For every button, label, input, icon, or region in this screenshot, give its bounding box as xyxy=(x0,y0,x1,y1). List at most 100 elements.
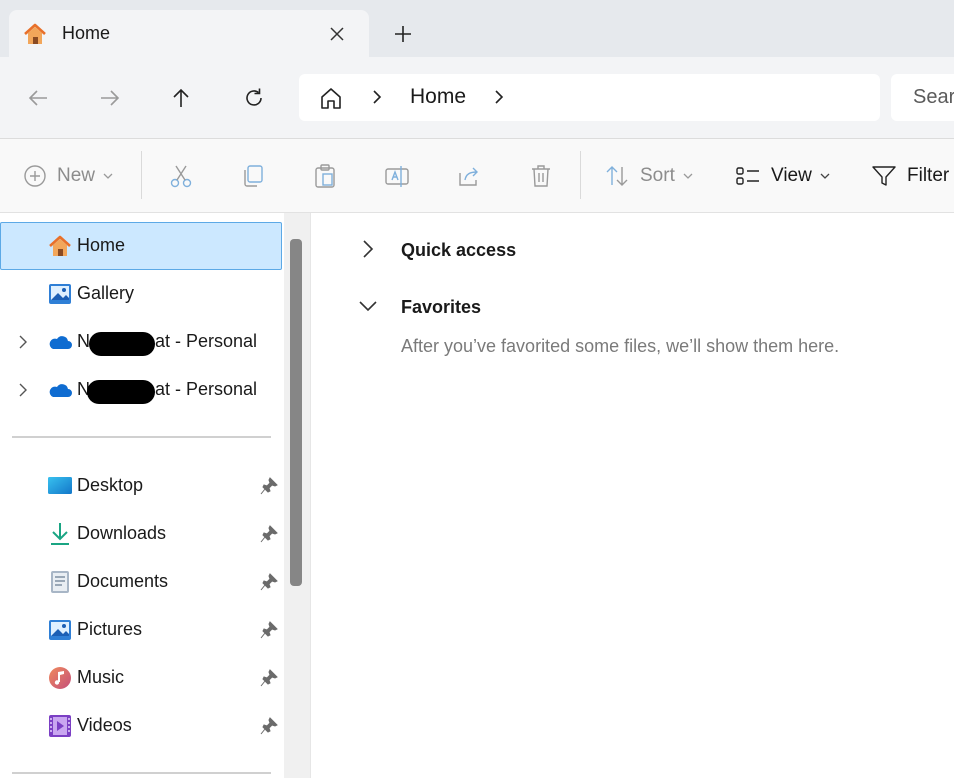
pictures-icon xyxy=(49,620,71,640)
refresh-icon xyxy=(246,88,262,106)
sidebar-item-label: Downloads xyxy=(77,523,167,543)
sidebar-item-gallery[interactable]: Gallery xyxy=(0,270,282,318)
arrow-up-icon xyxy=(173,88,189,107)
separator xyxy=(141,151,142,199)
forward-button[interactable] xyxy=(95,83,125,113)
desktop-icon xyxy=(48,477,72,494)
share-button[interactable] xyxy=(454,161,484,191)
downloads-icon xyxy=(51,523,69,545)
section-favorites[interactable]: Favorites xyxy=(401,297,481,318)
sidebar-item-onedrive-personal-2[interactable]: N at - Personal xyxy=(0,366,282,414)
view-list-icon xyxy=(736,167,759,185)
sidebar-item-label-suffix: at - Personal xyxy=(155,331,258,351)
new-label: New xyxy=(57,165,96,186)
chevron-right-icon[interactable] xyxy=(357,238,379,260)
sidebar-item-label: Desktop xyxy=(77,475,144,495)
section-quick-access[interactable]: Quick access xyxy=(401,240,516,261)
chevron-right-icon[interactable] xyxy=(15,333,31,351)
up-button[interactable] xyxy=(166,83,196,113)
pin-icon[interactable] xyxy=(260,621,278,639)
cut-button[interactable] xyxy=(166,161,196,191)
videos-icon xyxy=(49,715,71,737)
paste-icon xyxy=(315,164,335,188)
new-tab-button[interactable] xyxy=(390,21,416,47)
rename-button[interactable] xyxy=(382,161,412,191)
sort-button[interactable]: Sort xyxy=(604,161,693,191)
sidebar-item-onedrive-personal-1[interactable]: N at - Personal xyxy=(0,318,282,366)
plus-circle-icon xyxy=(24,165,46,187)
sidebar-item-downloads[interactable]: Downloads xyxy=(0,510,282,558)
home-icon xyxy=(24,23,46,44)
sidebar-item-label: Home xyxy=(77,235,126,255)
pin-icon[interactable] xyxy=(260,669,278,687)
chevron-down-icon xyxy=(103,173,113,179)
sidebar-item-label: Videos xyxy=(77,715,132,735)
close-tab-button[interactable] xyxy=(325,22,349,46)
separator xyxy=(580,151,581,199)
chevron-down-icon[interactable] xyxy=(357,295,379,317)
redaction-mark xyxy=(89,332,155,356)
sidebar-divider xyxy=(12,436,271,438)
sidebar-item-label: Documents xyxy=(77,571,169,591)
pin-icon[interactable] xyxy=(260,717,278,735)
copy-button[interactable] xyxy=(238,161,268,191)
plus-icon xyxy=(395,26,411,42)
content-pane: Quick access Favorites After you’ve favo… xyxy=(311,213,954,778)
sidebar-item-label-suffix: at - Personal xyxy=(155,379,258,399)
cut-icon xyxy=(170,165,192,188)
chevron-right-icon[interactable] xyxy=(491,88,507,106)
favorites-empty-message: After you’ve favorited some files, we’ll… xyxy=(401,336,840,356)
sidebar-divider xyxy=(12,772,271,774)
search-placeholder: Sear xyxy=(913,86,954,108)
sidebar-item-pictures[interactable]: Pictures xyxy=(0,606,282,654)
sidebar-item-label: Gallery xyxy=(77,283,135,303)
command-bar: New Sort View Filter xyxy=(0,139,954,213)
gallery-icon xyxy=(49,284,71,304)
paste-button[interactable] xyxy=(310,161,340,191)
chevron-down-icon xyxy=(820,173,830,179)
tab-home[interactable]: Home xyxy=(9,10,369,57)
chevron-down-icon xyxy=(683,173,693,179)
view-button[interactable]: View xyxy=(735,161,830,191)
navigation-bar: Home Sear xyxy=(0,57,954,139)
share-icon xyxy=(459,167,478,186)
address-bar[interactable]: Home xyxy=(299,74,880,121)
pin-icon[interactable] xyxy=(260,573,278,591)
sidebar-item-home[interactable]: Home xyxy=(0,222,282,270)
breadcrumb-home[interactable]: Home xyxy=(410,85,466,109)
home-outline-icon[interactable] xyxy=(318,85,344,111)
back-button[interactable] xyxy=(23,83,53,113)
chevron-right-icon[interactable] xyxy=(15,381,31,399)
filter-button[interactable]: Filter xyxy=(871,161,949,191)
search-input[interactable]: Sear xyxy=(891,74,954,121)
arrow-left-icon xyxy=(28,90,47,106)
sidebar-item-videos[interactable]: Videos xyxy=(0,702,282,750)
sidebar-item-desktop[interactable]: Desktop xyxy=(0,462,282,510)
refresh-button[interactable] xyxy=(239,83,269,113)
navigation-pane: Home Gallery N at - Personal N at - Pers… xyxy=(0,213,310,778)
tab-strip: Home xyxy=(0,0,954,57)
redaction-mark xyxy=(87,380,155,404)
sidebar-item-music[interactable]: Music xyxy=(0,654,282,702)
chevron-right-icon[interactable] xyxy=(369,88,385,106)
filter-icon xyxy=(872,166,896,186)
home-icon xyxy=(49,235,71,256)
sidebar-scrollbar-thumb[interactable] xyxy=(290,239,302,586)
sidebar-item-documents[interactable]: Documents xyxy=(0,558,282,606)
copy-icon xyxy=(244,165,263,187)
sort-icon xyxy=(606,166,628,186)
onedrive-cloud-icon xyxy=(49,336,72,349)
trash-icon xyxy=(532,165,550,187)
tab-title: Home xyxy=(62,23,111,43)
delete-button[interactable] xyxy=(526,161,556,191)
sidebar-item-label: Music xyxy=(77,667,125,687)
filter-label: Filter xyxy=(907,165,950,186)
new-button[interactable]: New xyxy=(23,161,113,191)
onedrive-cloud-icon xyxy=(49,384,72,397)
sidebar-item-label: Pictures xyxy=(77,619,143,639)
view-label: View xyxy=(771,165,812,186)
pin-icon[interactable] xyxy=(260,477,278,495)
rename-icon xyxy=(385,166,409,187)
close-icon xyxy=(330,27,344,41)
pin-icon[interactable] xyxy=(260,525,278,543)
